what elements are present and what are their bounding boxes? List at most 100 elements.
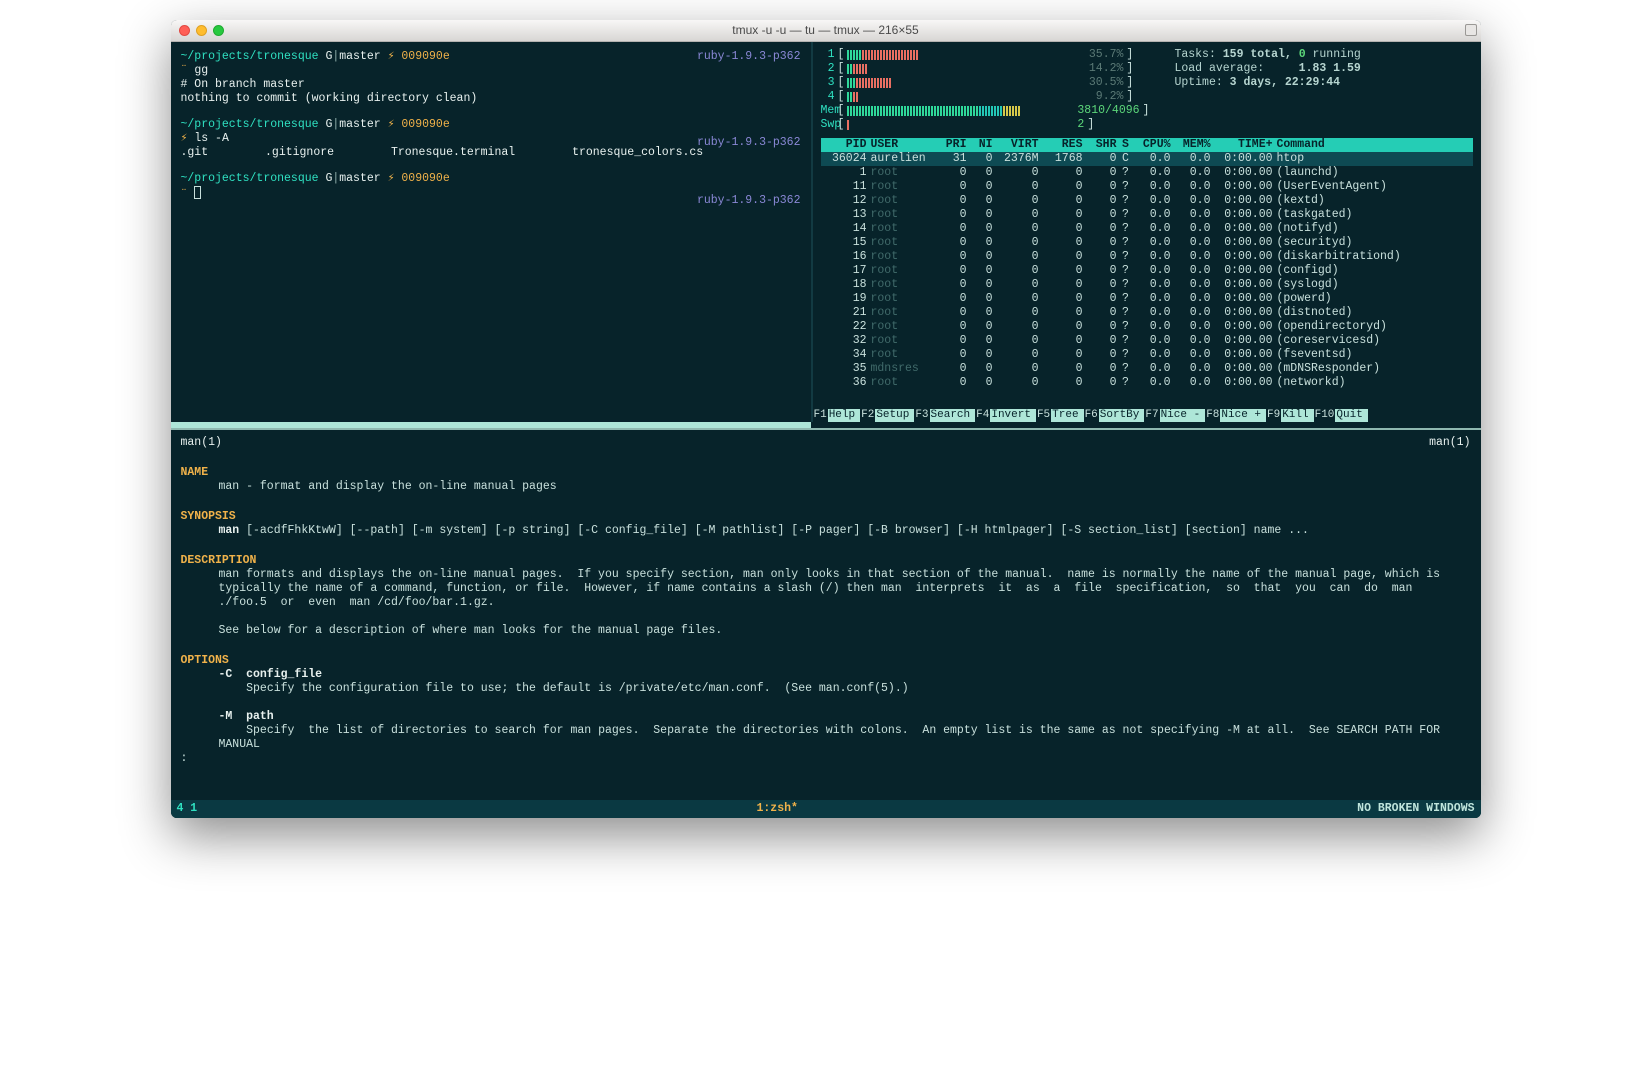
prompt-path: ~/projects/tronesque	[181, 50, 319, 64]
shell-command: gg	[194, 64, 208, 77]
traffic-lights	[179, 25, 224, 36]
htop-row[interactable]: 14root00000?0.00.00:00.00(notifyd)	[821, 222, 1473, 236]
htop-row[interactable]: 21root00000?0.00.00:00.00(distnoted)	[821, 306, 1473, 320]
man-section-name: NAME	[181, 466, 1471, 480]
man-opt-m: -M path Specify the list of directories …	[181, 710, 1471, 752]
fkey-f1[interactable]: F1	[813, 409, 828, 422]
htop-row[interactable]: 22root00000?0.00.00:00.00(opendirectoryd…	[821, 320, 1473, 334]
fkey-label[interactable]: Invert	[990, 409, 1036, 422]
htop-meters: 1[35.7%]2[14.2%]3[30.5%]4[9.2%] Mem [ 38…	[821, 48, 1153, 132]
htop-sysinfo: Tasks: 159 total, 0 running Load average…	[1174, 48, 1360, 132]
fkey-f3[interactable]: F3	[914, 409, 929, 422]
htop-fkeys: F1Help F2SetupF3SearchF4InvertF5Tree F6S…	[813, 409, 1481, 422]
prompt-vcs: G	[325, 50, 332, 64]
htop-row[interactable]: 34root00000?0.00.00:00.00(fseventsd)	[821, 348, 1473, 362]
htop-row[interactable]: 36024aurelien3102376M17680C0.00.00:00.00…	[821, 152, 1473, 166]
htop-row[interactable]: 15root00000?0.00.00:00.00(securityd)	[821, 236, 1473, 250]
htop-row[interactable]: 18root00000?0.00.00:00.00(syslogd)	[821, 278, 1473, 292]
fkey-label[interactable]: Kill	[1281, 409, 1313, 422]
tmux-pane-shell[interactable]: ~/projects/tronesque G | master ⚡ 009090…	[171, 42, 811, 422]
prompt-hash: 009090e	[401, 172, 449, 186]
tmux-pane-htop[interactable]: 1[35.7%]2[14.2%]3[30.5%]4[9.2%] Mem [ 38…	[811, 42, 1481, 422]
man-opt-c: -C config_file Specify the configuration…	[181, 668, 1471, 696]
col-pri[interactable]: PRI	[937, 138, 969, 152]
swp-label: Swp	[821, 118, 835, 132]
fkey-label[interactable]: Help	[828, 409, 860, 422]
col-mem[interactable]: MEM%	[1173, 138, 1213, 152]
fkey-label[interactable]: SortBy	[1099, 409, 1145, 422]
window-titlebar[interactable]: tmux -u -u — tu — tmux — 216×55	[171, 20, 1481, 42]
status-left: 4 1	[177, 802, 198, 816]
fkey-label[interactable]: Tree	[1051, 409, 1083, 422]
col-pid[interactable]: PID	[821, 138, 869, 152]
htop-row[interactable]: 35mdnsres00000?0.00.00:00.00(mDNSRespond…	[821, 362, 1473, 376]
status-window[interactable]: 1:zsh*	[197, 802, 1357, 816]
cpu-meter: 4[9.2%]	[821, 90, 1153, 104]
htop-header-row[interactable]: PID USER PRI NI VIRT RES SHR S CPU% MEM%…	[821, 138, 1473, 152]
man-name-line: man - format and display the on-line man…	[181, 480, 1471, 494]
ruby-version: ruby-1.9.3-p362	[697, 194, 801, 208]
htop-row[interactable]: 32root00000?0.00.00:00.00(coreservicesd)	[821, 334, 1473, 348]
fkey-label[interactable]: Quit	[1335, 409, 1367, 422]
man-header-right: man(1)	[1429, 436, 1470, 450]
minimize-button[interactable]	[196, 25, 207, 36]
fkey-f7[interactable]: F7	[1144, 409, 1159, 422]
col-ni[interactable]: NI	[969, 138, 995, 152]
prompt-hash: 009090e	[401, 50, 449, 64]
fkey-f4[interactable]: F4	[975, 409, 990, 422]
man-section-description: DESCRIPTION	[181, 554, 1471, 568]
prompt-vcs: G	[325, 172, 332, 186]
fkey-label[interactable]: Setup	[875, 409, 914, 422]
fkey-f10[interactable]: F10	[1314, 409, 1336, 422]
prompt-path: ~/projects/tronesque	[181, 172, 319, 186]
fkey-f5[interactable]: F5	[1036, 409, 1051, 422]
prompt-symbol: ¨	[181, 64, 188, 77]
fkey-f2[interactable]: F2	[860, 409, 875, 422]
prompt-block-0: ~/projects/tronesque G | master ⚡ 009090…	[181, 50, 807, 106]
prompt-vcs: G	[325, 118, 332, 132]
swp-value: 2	[1077, 118, 1084, 132]
htop-row[interactable]: 17root00000?0.00.00:00.00(configd)	[821, 264, 1473, 278]
htop-row[interactable]: 19root00000?0.00.00:00.00(powerd)	[821, 292, 1473, 306]
fkey-label[interactable]: Search	[930, 409, 976, 422]
prompt-hash: 009090e	[401, 118, 449, 132]
prompt-path: ~/projects/tronesque	[181, 118, 319, 132]
col-user[interactable]: USER	[869, 138, 937, 152]
prompt-branch: master	[339, 118, 380, 132]
col-cmd[interactable]: Command	[1275, 138, 1473, 152]
cpu-meter: 1[35.7%]	[821, 48, 1153, 62]
terminal-body[interactable]: ~/projects/tronesque G | master ⚡ 009090…	[171, 42, 1481, 818]
fkey-label[interactable]: Nice -	[1160, 409, 1206, 422]
htop-row[interactable]: 1root00000?0.00.00:00.00(launchd)	[821, 166, 1473, 180]
mem-value: 3810/4096	[1077, 104, 1139, 118]
col-virt[interactable]: VIRT	[995, 138, 1041, 152]
man-desc-1: man formats and displays the on-line man…	[181, 568, 1471, 610]
resize-corner-icon[interactable]	[1465, 24, 1477, 36]
man-synopsis: man [-acdfFhkKtwW] [--path] [-m system] …	[181, 524, 1471, 538]
htop-row[interactable]: 11root00000?0.00.00:00.00(UserEventAgent…	[821, 180, 1473, 194]
fkey-f6[interactable]: F6	[1084, 409, 1099, 422]
cpu-meter: 2[14.2%]	[821, 62, 1153, 76]
htop-row[interactable]: 36root00000?0.00.00:00.00(networkd)	[821, 376, 1473, 390]
col-cpu[interactable]: CPU%	[1133, 138, 1173, 152]
shell-output: nothing to commit (working directory cle…	[181, 92, 807, 106]
fkey-f9[interactable]: F9	[1266, 409, 1281, 422]
prompt-branch: master	[339, 172, 380, 186]
fkey-f8[interactable]: F8	[1205, 409, 1220, 422]
col-res[interactable]: RES	[1041, 138, 1085, 152]
col-time[interactable]: TIME+	[1213, 138, 1275, 152]
col-s[interactable]: S	[1119, 138, 1133, 152]
prompt-symbol: ⚡	[181, 132, 188, 145]
man-header-left: man(1)	[181, 436, 222, 450]
prompt-branch: master	[339, 50, 380, 64]
close-button[interactable]	[179, 25, 190, 36]
fkey-label[interactable]: Nice +	[1220, 409, 1266, 422]
zoom-button[interactable]	[213, 25, 224, 36]
htop-row[interactable]: 13root00000?0.00.00:00.00(taskgated)	[821, 208, 1473, 222]
htop-row[interactable]: 12root00000?0.00.00:00.00(kextd)	[821, 194, 1473, 208]
tmux-pane-man[interactable]: man(1) man(1) NAME man - format and disp…	[171, 430, 1481, 800]
htop-process-list[interactable]: 36024aurelien3102376M17680C0.00.00:00.00…	[821, 152, 1473, 390]
htop-row[interactable]: 16root00000?0.00.00:00.00(diskarbitratio…	[821, 250, 1473, 264]
man-prompt[interactable]: :	[181, 752, 1471, 766]
col-shr[interactable]: SHR	[1085, 138, 1119, 152]
